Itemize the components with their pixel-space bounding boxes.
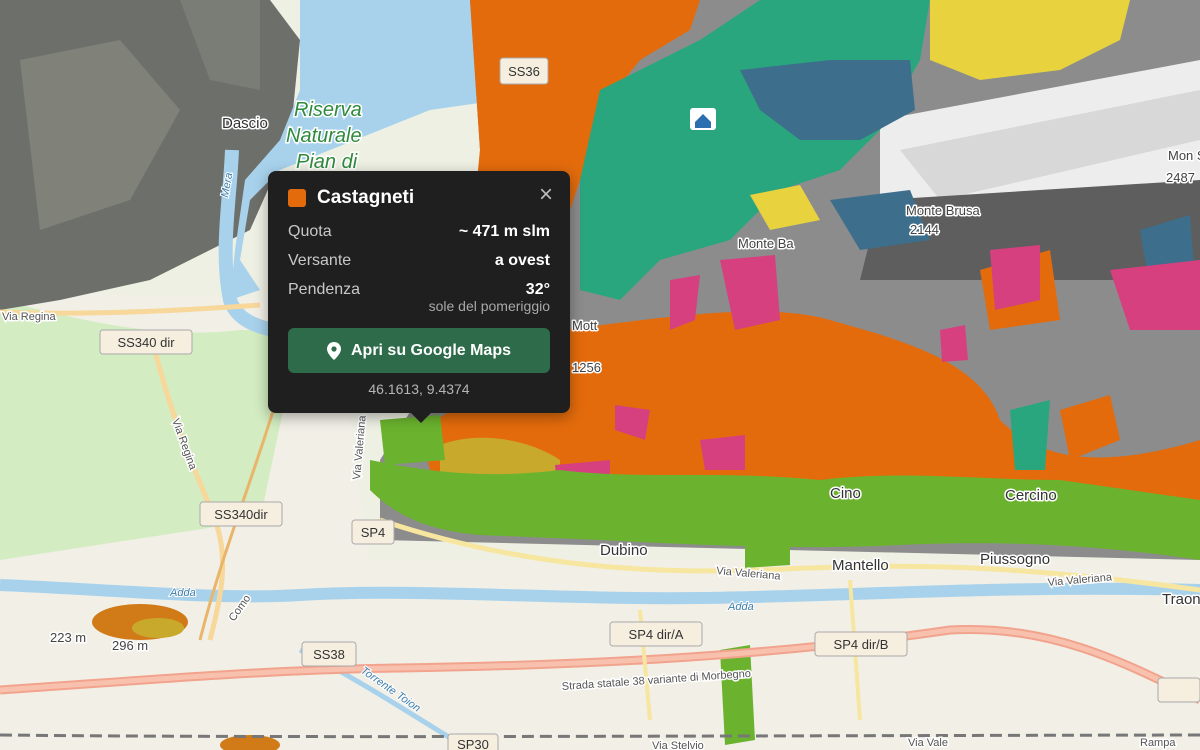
row-quota: Quota ~ 471 m slm bbox=[288, 217, 550, 246]
label-adda-1: Adda bbox=[169, 587, 196, 599]
label-monte-left-elev: 1256 bbox=[572, 360, 601, 375]
zone-conifer-small bbox=[1010, 400, 1050, 470]
shield-ss38: SS38 bbox=[301, 641, 357, 667]
zone-meadow-mantello bbox=[745, 545, 790, 568]
shield-sp4: SP4 bbox=[351, 519, 395, 545]
shield-sp30: SP30 bbox=[447, 733, 499, 750]
row-label: Versante bbox=[288, 251, 352, 269]
zone-pink-3 bbox=[990, 245, 1040, 310]
label-via-stelvio: Via Stelvio bbox=[652, 740, 704, 750]
zone-pink-8 bbox=[940, 325, 968, 362]
label-elev-296: 296 m bbox=[112, 638, 148, 653]
label-monte-bassetta: Monte Ba bbox=[738, 236, 794, 251]
shield-sp4dirB: SP4 dir/B bbox=[814, 631, 908, 657]
svg-text:SS340 dir: SS340 dir bbox=[117, 335, 175, 350]
svg-text:SP4 dir/B: SP4 dir/B bbox=[834, 637, 889, 652]
svg-text:SP4 dir/A: SP4 dir/A bbox=[629, 627, 684, 642]
map-pin-icon bbox=[326, 341, 341, 360]
label-piussogno: Piussogno bbox=[980, 551, 1050, 568]
label-cino: Cino bbox=[830, 485, 861, 502]
row-value: 32° bbox=[525, 280, 550, 298]
label-reserve-1: Riserva bbox=[294, 99, 362, 121]
shield-ss340dir-2: SS340dir bbox=[199, 501, 283, 527]
label-rampa: Rampa bbox=[1140, 737, 1176, 749]
label-reserve-3: Pian di bbox=[296, 151, 358, 173]
google-maps-button[interactable]: Apri su Google Maps bbox=[288, 328, 550, 373]
close-button[interactable]: × bbox=[536, 183, 556, 207]
shield-ss340dir-1: SS340 dir bbox=[99, 329, 193, 355]
svg-text:SS340dir: SS340dir bbox=[214, 507, 268, 522]
shield-sp4dirA: SP4 dir/A bbox=[609, 621, 703, 647]
info-popup: Castagneti × Quota ~ 471 m slm Versante … bbox=[268, 171, 570, 423]
label-cercino: Cercino bbox=[1005, 487, 1057, 504]
label-via-valeriana-bottom: Via Vale bbox=[908, 737, 948, 749]
slope-note: sole del pomeriggio bbox=[428, 298, 550, 314]
svg-text:SS38: SS38 bbox=[313, 647, 345, 662]
popup-title: Castagneti bbox=[317, 187, 415, 208]
svg-text:SP30: SP30 bbox=[457, 737, 489, 750]
label-dascio: Dascio bbox=[222, 115, 268, 132]
label-adda-2: Adda bbox=[727, 601, 754, 613]
zone-meadow-south bbox=[720, 645, 755, 745]
label-elev-223: 223 m bbox=[50, 630, 86, 645]
label-traona: Traon bbox=[1162, 591, 1200, 608]
coordinates: 46.1613, 9.4374 bbox=[368, 381, 470, 397]
label-via-regina-1: Via Regina bbox=[2, 311, 56, 323]
svg-text:SP4: SP4 bbox=[361, 525, 386, 540]
zone-pink-7 bbox=[700, 435, 745, 470]
label-mantello: Mantello bbox=[832, 557, 889, 574]
row-label: Quota bbox=[288, 222, 332, 240]
shield-ss36: SS36 bbox=[499, 57, 549, 85]
svg-text:SS36: SS36 bbox=[508, 64, 540, 79]
label-sciesa-elev: 2487 bbox=[1166, 170, 1195, 185]
label-monte-motta: Mott bbox=[572, 318, 598, 333]
popup-header: Castagneti bbox=[288, 185, 550, 211]
label-monte-sciesa: Mon Scie bbox=[1168, 148, 1200, 163]
zone-patch-adda-yellow bbox=[132, 618, 184, 638]
label-reserve-2: Naturale bbox=[286, 125, 362, 147]
row-value: ~ 471 m slm bbox=[458, 222, 550, 240]
hut-icon[interactable] bbox=[690, 108, 716, 130]
label-monte-brusa: Monte Brusa bbox=[906, 203, 980, 218]
row-value: a ovest bbox=[494, 251, 550, 269]
row-label: Pendenza bbox=[288, 280, 361, 298]
label-brusa-elev: 2144 bbox=[910, 222, 939, 237]
popup-tip bbox=[411, 413, 431, 423]
popup-rows: Quota ~ 471 m slm Versante a ovest Pende… bbox=[288, 217, 550, 318]
shield-right bbox=[1157, 677, 1200, 703]
category-swatch bbox=[288, 189, 306, 207]
map-canvas[interactable]: SS36 SS340 dir SS340dir SP4 SP4 dir/A SP… bbox=[0, 0, 1200, 750]
row-versante: Versante a ovest bbox=[288, 246, 550, 275]
google-maps-button-label: Apri su Google Maps bbox=[350, 341, 511, 359]
label-dubino: Dubino bbox=[600, 542, 648, 559]
